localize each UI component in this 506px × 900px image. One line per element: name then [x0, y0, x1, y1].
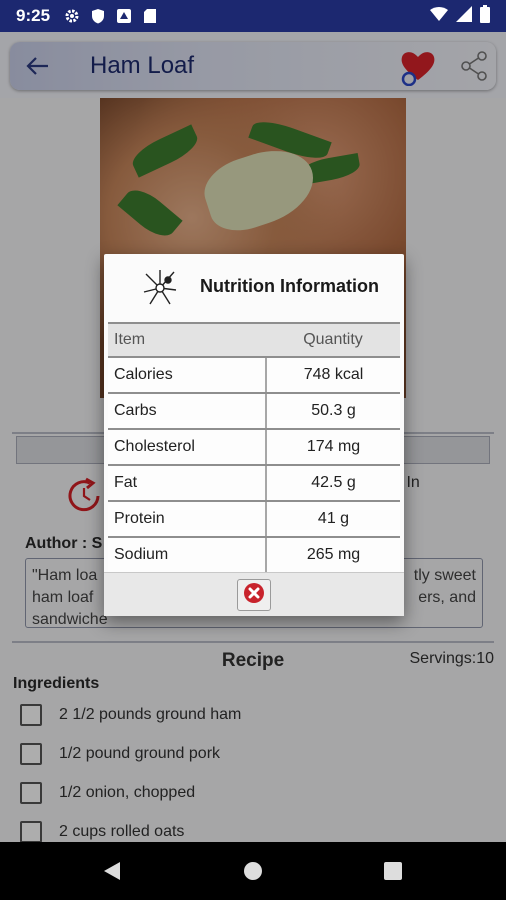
nav-recents-icon[interactable] — [384, 862, 402, 880]
table-row: Carbs 50.3 g — [108, 393, 400, 430]
table-header-row: Item Quantity — [108, 322, 400, 358]
table-row: Protein 41 g — [108, 501, 400, 538]
nav-back-icon[interactable] — [103, 861, 121, 886]
nutrient-name: Carbs — [108, 393, 267, 430]
nutrient-quantity: 748 kcal — [266, 357, 400, 394]
dialog-title: Nutrition Information — [200, 276, 379, 296]
nutrition-dialog: Nutrition Information Item Quantity Calo… — [104, 254, 404, 616]
status-time: 9:25 — [16, 6, 51, 25]
system-nav-bar — [0, 842, 506, 900]
settings-icon — [64, 8, 80, 24]
table-row: Fat 42.5 g — [108, 465, 400, 502]
app-logo-icon — [138, 266, 182, 310]
table-row: Calories 748 kcal — [108, 357, 400, 394]
nutrient-quantity: 265 mg — [266, 537, 400, 574]
status-bar: 9:25 — [0, 0, 506, 32]
wifi-icon — [430, 6, 448, 26]
dialog-footer — [104, 572, 404, 616]
signal-icon — [456, 5, 472, 27]
battery-icon — [480, 4, 490, 28]
sd-card-icon — [142, 8, 158, 24]
nutrient-quantity: 174 mg — [266, 429, 400, 466]
nutrient-name: Sodium — [108, 537, 267, 574]
shield-icon — [90, 8, 106, 24]
table-row: Cholesterol 174 mg — [108, 429, 400, 466]
app-notification-icon — [116, 8, 132, 24]
nutrient-name: Fat — [108, 465, 267, 502]
nutrient-name: Cholesterol — [108, 429, 267, 466]
nav-home-icon[interactable] — [244, 862, 262, 880]
nutrition-table: Item Quantity Calories 748 kcal Carbs 50… — [108, 322, 400, 574]
column-header-quantity: Quantity — [266, 322, 400, 358]
close-button[interactable] — [237, 579, 271, 611]
nutrient-quantity: 41 g — [266, 501, 400, 538]
nutrient-name: Calories — [108, 357, 267, 394]
close-icon — [243, 582, 265, 609]
nutrient-quantity: 50.3 g — [266, 393, 400, 430]
nutrient-quantity: 42.5 g — [266, 465, 400, 502]
nutrient-name: Protein — [108, 501, 267, 538]
table-row: Sodium 265 mg — [108, 537, 400, 574]
column-header-item: Item — [108, 322, 266, 358]
